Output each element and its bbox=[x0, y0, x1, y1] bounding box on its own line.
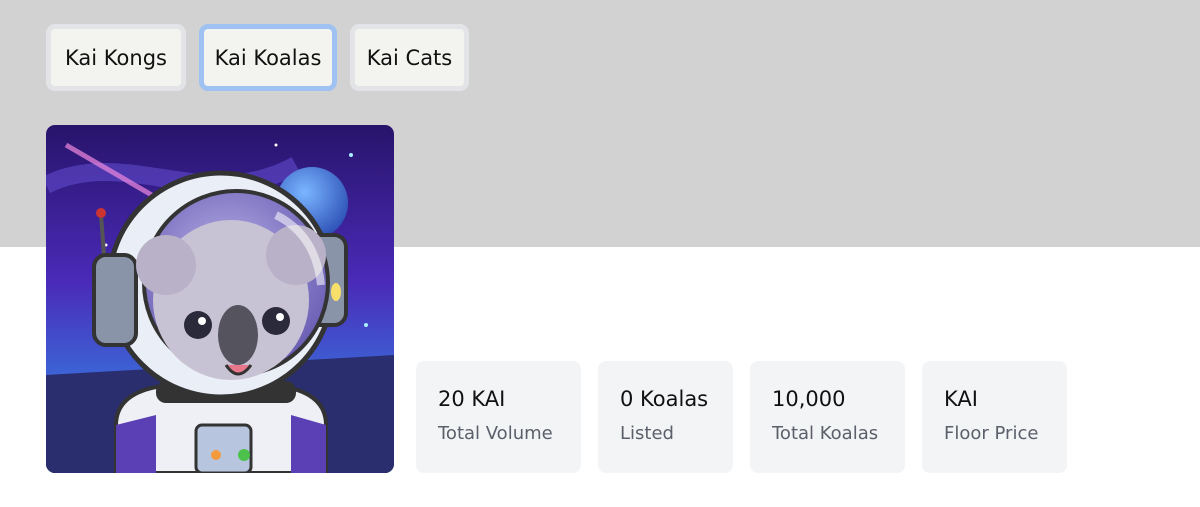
tab-kai-koalas[interactable]: Kai Koalas bbox=[199, 24, 337, 91]
stat-total-volume: 20 KAI Total Volume bbox=[416, 361, 581, 473]
stat-total-koalas: 10,000 Total Koalas bbox=[750, 361, 905, 473]
stat-label: Total Koalas bbox=[772, 423, 879, 444]
collection-tabs: Kai Kongs Kai Koalas Kai Cats bbox=[46, 24, 469, 91]
stat-floor-price: KAI Floor Price bbox=[922, 361, 1067, 473]
stat-label: Listed bbox=[620, 423, 674, 444]
stat-value: 0 Koalas bbox=[620, 387, 709, 411]
stat-value: 10,000 bbox=[772, 387, 846, 411]
tab-kai-kongs[interactable]: Kai Kongs bbox=[46, 24, 186, 91]
collection-avatar bbox=[46, 125, 394, 473]
stat-listed: 0 Koalas Listed bbox=[598, 361, 733, 473]
stat-value: KAI bbox=[944, 387, 978, 411]
stat-label: Floor Price bbox=[944, 423, 1039, 444]
stat-value: 20 KAI bbox=[438, 387, 506, 411]
stat-label: Total Volume bbox=[438, 423, 553, 444]
tab-kai-cats[interactable]: Kai Cats bbox=[350, 24, 469, 91]
collection-stats: 20 KAI Total Volume 0 Koalas Listed 10,0… bbox=[416, 361, 1067, 473]
